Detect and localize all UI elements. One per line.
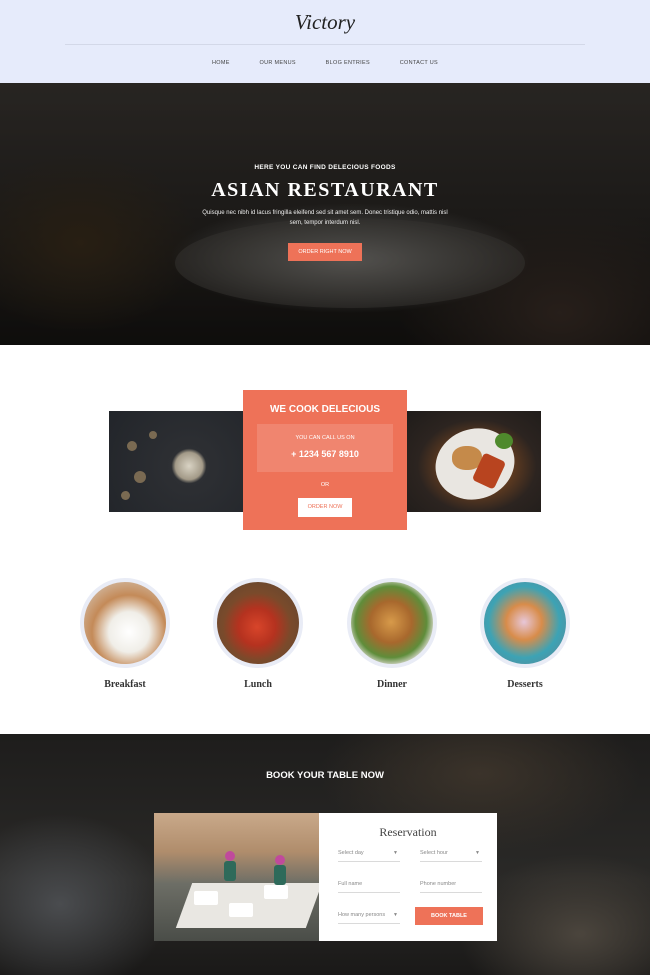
napkin <box>194 891 218 905</box>
site-header: Victory HOME OUR MENUS BLOG ENTRIES CONT… <box>0 0 650 83</box>
cook-card: WE COOK DELECIOUS YOU CAN CALL US ON + 1… <box>243 390 407 530</box>
vase <box>274 865 286 885</box>
flower <box>225 851 235 861</box>
salad-leaf <box>495 433 513 449</box>
or-label: OR <box>320 482 330 488</box>
desserts-photo <box>484 582 566 664</box>
spice-bowl <box>121 491 130 500</box>
menu-circle[interactable] <box>480 578 570 668</box>
order-now-button[interactable]: ORDER NOW <box>298 498 352 517</box>
menu-circle[interactable] <box>80 578 170 668</box>
dinner-photo <box>351 582 433 664</box>
cook-left-image <box>109 411 243 512</box>
vase <box>224 861 236 881</box>
spice-bowl <box>134 471 146 483</box>
menu-circle[interactable] <box>347 578 437 668</box>
spice-bowl <box>149 431 157 439</box>
booking-section: BOOK YOUR TABLE NOW Reservation Select d… <box>0 734 650 975</box>
menu-item-lunch[interactable]: Lunch <box>213 578 303 690</box>
phone-number-placeholder: Phone number <box>420 881 457 887</box>
chevron-down-icon: ▼ <box>475 850 480 856</box>
call-label: YOU CAN CALL US ON <box>295 435 355 441</box>
napkin <box>229 903 253 917</box>
nav-home[interactable]: HOME <box>212 60 230 66</box>
menu-item-dinner[interactable]: Dinner <box>347 578 437 690</box>
breakfast-photo <box>84 582 166 664</box>
nav-contact-us[interactable]: CONTACT US <box>400 60 438 66</box>
header-divider <box>65 44 585 45</box>
spice-bowl <box>127 441 137 451</box>
phone-number[interactable]: + 1234 567 8910 <box>257 449 393 459</box>
chevron-down-icon: ▼ <box>393 912 398 918</box>
hero-description: Quisque nec nibh id lacus fringilla elei… <box>202 210 448 226</box>
reservation-form: Reservation Select day ▼ Select hour ▼ F… <box>319 813 497 941</box>
nav-blog-entries[interactable]: BLOG ENTRIES <box>326 60 370 66</box>
hero-title: ASIAN RESTAURANT <box>211 179 439 201</box>
menu-label[interactable]: Breakfast <box>80 679 170 690</box>
order-right-now-button[interactable]: ORDER RIGHT NOW <box>288 243 362 261</box>
select-day-field[interactable]: Select day ▼ <box>338 846 400 862</box>
full-name-input[interactable]: Full name <box>338 877 400 893</box>
menu-label[interactable]: Lunch <box>213 679 303 690</box>
napkin <box>264 885 288 899</box>
menu-circle[interactable] <box>213 578 303 668</box>
menu-label[interactable]: Desserts <box>480 679 570 690</box>
chevron-down-icon: ▼ <box>393 850 398 856</box>
nav-our-menus[interactable]: OUR MENUS <box>260 60 296 66</box>
flower <box>275 855 285 865</box>
persons-label: How many persons <box>338 912 386 918</box>
lunch-photo <box>217 582 299 664</box>
select-hour-label: Select hour <box>420 850 448 856</box>
cook-title: WE COOK DELECIOUS <box>269 404 380 415</box>
menu-label[interactable]: Dinner <box>347 679 437 690</box>
menu-item-desserts[interactable]: Desserts <box>480 578 570 690</box>
hero-section: HERE YOU CAN FIND DELECIOUS FOODS ASIAN … <box>0 83 650 345</box>
full-name-placeholder: Full name <box>338 881 363 887</box>
booking-title: BOOK YOUR TABLE NOW <box>266 770 384 781</box>
book-table-button[interactable]: BOOK TABLE <box>415 907 483 925</box>
hero-subtitle: HERE YOU CAN FIND DELECIOUS FOODS <box>254 164 396 171</box>
persons-select[interactable]: How many persons ▼ <box>338 908 400 924</box>
menu-item-breakfast[interactable]: Breakfast <box>80 578 170 690</box>
cook-right-image <box>407 411 541 512</box>
restaurant-photo <box>154 813 319 941</box>
main-nav: HOME OUR MENUS BLOG ENTRIES CONTACT US <box>0 60 650 66</box>
select-hour-field[interactable]: Select hour ▼ <box>420 846 482 862</box>
reservation-title: Reservation <box>379 825 437 839</box>
phone-box: YOU CAN CALL US ON + 1234 567 8910 <box>257 424 393 472</box>
site-logo[interactable]: Victory <box>0 10 650 35</box>
phone-number-input[interactable]: Phone number <box>420 877 482 893</box>
select-day-label: Select day <box>338 850 364 856</box>
